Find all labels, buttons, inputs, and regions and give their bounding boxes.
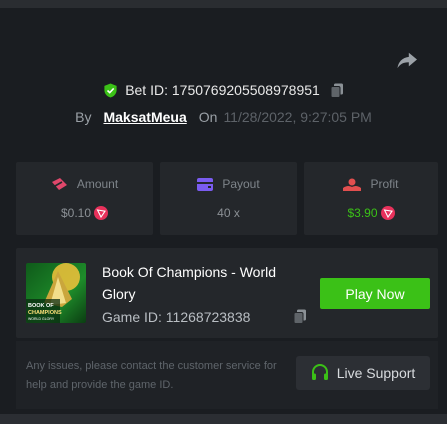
play-now-button[interactable]: Play Now <box>320 278 430 309</box>
copy-icon[interactable] <box>330 83 344 98</box>
thumb-line-3: WORLD GLORY <box>28 317 55 321</box>
thumb-line-1: BOOK OF <box>28 303 54 309</box>
profit-label: Profit <box>370 177 399 191</box>
headset-icon <box>311 364 328 380</box>
game-thumbnail[interactable]: BOOK OF CHAMPIONS WORLD GLORY <box>26 263 86 323</box>
bet-meta-row: By MaksatMeua On 11/28/2022, 9:27:05 PM <box>0 107 447 127</box>
bet-id-value: 1750769205508978951 <box>171 82 320 98</box>
username-link[interactable]: MaksatMeua <box>103 109 186 125</box>
bottom-divider <box>0 414 447 424</box>
support-help-text: Any issues, please contact the customer … <box>26 360 277 391</box>
amount-value: $0.10 <box>60 206 92 220</box>
game-id-row: Game ID: 11268723838 <box>102 309 250 325</box>
on-label: On <box>198 109 218 125</box>
live-support-button[interactable]: Live Support <box>296 356 430 390</box>
shield-check-icon <box>104 82 117 98</box>
profit-icon <box>343 178 362 191</box>
support-section: Any issues, please contact the customer … <box>16 341 438 409</box>
profit-card: Profit $3.90 <box>304 162 438 235</box>
share-icon[interactable] <box>396 50 418 70</box>
game-title[interactable]: Book Of Champions - World Glory <box>102 261 302 305</box>
payout-card: Payout 40 x <box>160 162 297 235</box>
amount-card: Amount $0.10 <box>16 162 153 235</box>
wallet-icon <box>197 177 214 191</box>
bet-id-row: Bet ID: 1750769205508978951 <box>0 80 447 100</box>
game-card: BOOK OF CHAMPIONS WORLD GLORY Book Of Ch… <box>16 248 438 338</box>
game-id-label: Game ID: <box>102 309 162 325</box>
payout-value: 40 x <box>217 206 240 220</box>
live-support-label: Live Support <box>336 365 416 381</box>
coins-icon <box>51 178 67 190</box>
payout-label: Payout <box>222 177 260 191</box>
top-divider <box>0 0 447 8</box>
by-label: By <box>75 109 92 125</box>
bet-id-label: Bet ID: <box>125 82 168 98</box>
trx-icon <box>94 206 109 220</box>
profit-value: $3.90 <box>347 206 378 220</box>
copy-icon[interactable] <box>293 309 307 324</box>
bet-date: 11/28/2022, 9:27:05 PM <box>223 109 372 125</box>
game-id-value: 11268723838 <box>165 309 251 325</box>
amount-label: Amount <box>76 177 119 191</box>
thumb-line-2: CHAMPIONS <box>28 310 62 316</box>
trx-icon <box>380 206 395 220</box>
